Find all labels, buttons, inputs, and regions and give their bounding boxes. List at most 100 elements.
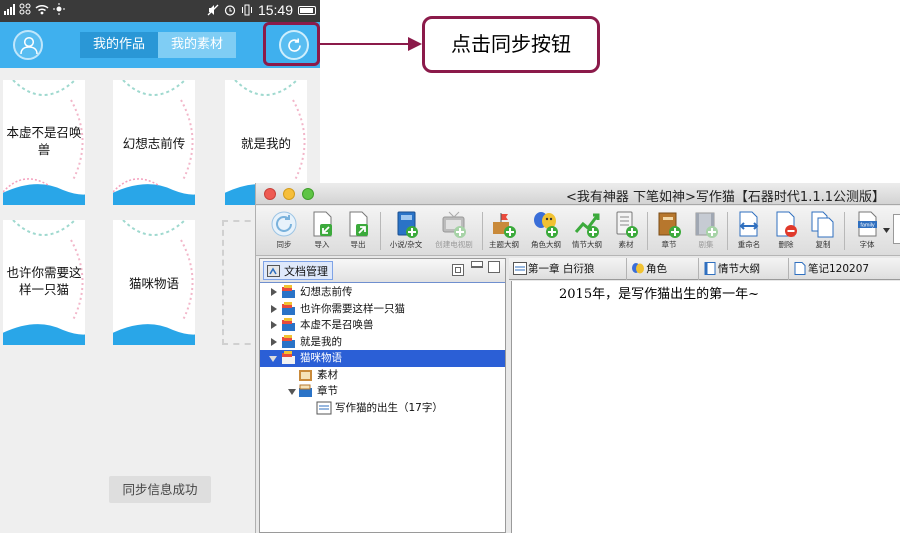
copy-tool-button[interactable]: 复制 [804,208,842,254]
notebook-icon [282,285,295,298]
editor-content: 2015年，是写作猫出生的第一年~ [559,287,759,302]
text-editor[interactable]: 2015年，是写作猫出生的第一年~ [511,281,900,533]
tree-item[interactable]: 就是我的 [260,334,505,351]
create-tv-series-button[interactable]: 创建电视剧 [432,208,476,254]
callout-arrow-line [320,43,420,45]
export-tool-button[interactable]: 导出 [339,208,377,254]
episode-tool-button[interactable]: 剧集 [687,208,725,254]
work-title: 本虚不是召唤兽 [6,125,82,157]
main-toolbar: 同步 导入 导出 小说/杂文 创建电视剧 主题大纲 角色大纲 情节大纲 素材 章… [256,206,900,256]
sync-tool-button[interactable]: 同步 [265,208,303,254]
rename-tool-button[interactable]: 重命名 [730,208,768,254]
work-title: 就是我的 [240,136,291,151]
avatar[interactable] [13,30,43,60]
tab-characters[interactable]: 角色 [627,258,699,280]
notebook-icon [282,301,295,315]
minimize-window-button[interactable] [283,188,295,200]
document-icon [316,401,332,414]
copy-icon [811,211,834,238]
document-panel: 文档管理 幻想志前传 也许你需要这样一只猫 本虚不是召唤兽 就是我的 猫咪物语 … [259,258,506,533]
folder-icon [299,369,312,381]
sync-success-toast: 同步信息成功 [109,476,211,503]
document-icon [513,262,527,275]
chapter-icon [658,212,681,238]
delete-icon [776,211,797,237]
status-time: 15:49 [257,2,293,18]
tab-my-works[interactable]: 我的作品 [80,32,159,58]
plot-outline-icon [704,262,716,275]
tab-chapter-one[interactable]: 第一章 白衍狼 [509,258,627,280]
chapter-tool-button[interactable]: 章节 [650,208,688,254]
toolbar-separator [647,212,648,250]
tab-plot-outline[interactable]: 情节大纲 [699,258,789,280]
toolbar-overflow [893,214,900,244]
character-outline-icon [534,212,558,238]
tree-item[interactable]: 也许你需要这样一只猫 [260,301,505,318]
signal-icon [4,3,15,15]
tab-bar: 我的作品 我的素材 [80,32,237,58]
panel-maximize-button[interactable] [488,261,500,273]
tab-my-materials[interactable]: 我的素材 [158,32,237,58]
editor-tab-bar: 第一章 白衍狼 角色 情节大纲 笔记120207 [509,258,900,280]
character-icon [632,263,644,274]
tree-item-selected[interactable]: 猫咪物语 [260,350,505,367]
character-outline-button[interactable]: 角色大纲 [527,208,565,254]
font-tool-button[interactable]: family 字体 [848,208,886,254]
panel-tab-document-manager[interactable]: 文档管理 [263,261,333,280]
material-tool-button[interactable]: 素材 [607,208,645,254]
share-icon [19,3,31,15]
dropdown-arrow-icon[interactable] [883,228,890,234]
book-icon [397,211,418,238]
episode-icon [695,212,718,238]
window-titlebar: <我有神器 下笔如神>写作猫【石器时代1.1.1公测版】 [256,183,900,205]
chapter-folder-icon [299,384,312,397]
delete-tool-button[interactable]: 删除 [767,208,805,254]
work-card[interactable]: 本虚不是召唤兽 [3,80,85,205]
work-title: 也许你需要这样一只猫 [6,265,82,297]
alarm-icon [224,5,236,16]
material-icon [616,211,638,238]
tree-item[interactable]: 本虚不是召唤兽 [260,317,505,334]
notebook-icon [282,318,295,331]
theme-outline-button[interactable]: 主题大纲 [485,208,523,254]
work-title: 幻想志前传 [122,136,186,151]
panel-minimize-button[interactable] [471,261,483,268]
callout-arrow-head [408,37,422,51]
work-card[interactable]: 幻想志前传 [113,80,195,205]
status-bar: 15:49 [0,0,320,22]
note-icon [794,262,806,275]
panel-restore-button[interactable] [452,264,464,276]
tree-item[interactable]: 章节 [260,383,505,400]
vibrate-icon [241,4,252,16]
callout-box: 点击同步按钮 [422,16,600,73]
plot-outline-icon [574,213,600,238]
document-tree: 幻想志前传 也许你需要这样一只猫 本虚不是召唤兽 就是我的 猫咪物语 素材 章节… [260,284,505,416]
import-tool-button[interactable]: 导入 [303,208,341,254]
tab-notes[interactable]: 笔记120207 [789,258,900,280]
toolbar-separator [844,212,845,250]
sun-icon [53,3,65,15]
toolbar-separator [482,212,483,250]
notebook-icon [282,334,295,348]
font-icon: family [858,211,877,237]
font-family-label: family [860,223,875,229]
zoom-window-button[interactable] [302,188,314,200]
work-card[interactable]: 也许你需要这样一只猫 [3,220,85,345]
work-card[interactable]: 猫咪物语 [113,220,195,345]
tree-item[interactable]: 幻想志前传 [260,284,505,301]
toolbar-separator [727,212,728,250]
close-window-button[interactable] [264,188,276,200]
theme-outline-icon [493,213,516,238]
notebook-icon [282,351,295,364]
plot-outline-button[interactable]: 情节大纲 [568,208,606,254]
sync-highlight-box [263,22,320,66]
sync-icon [271,211,297,237]
tree-item[interactable]: 素材 [260,367,505,384]
work-title: 猫咪物语 [128,276,179,291]
battery-icon [298,5,316,15]
document-manager-icon [267,265,280,277]
window-title: <我有神器 下笔如神>写作猫【石器时代1.1.1公测版】 [566,190,885,205]
wifi-icon [35,4,49,14]
novel-tool-button[interactable]: 小说/杂文 [387,208,425,254]
tree-item[interactable]: 写作猫的出生（17字） [260,400,505,417]
